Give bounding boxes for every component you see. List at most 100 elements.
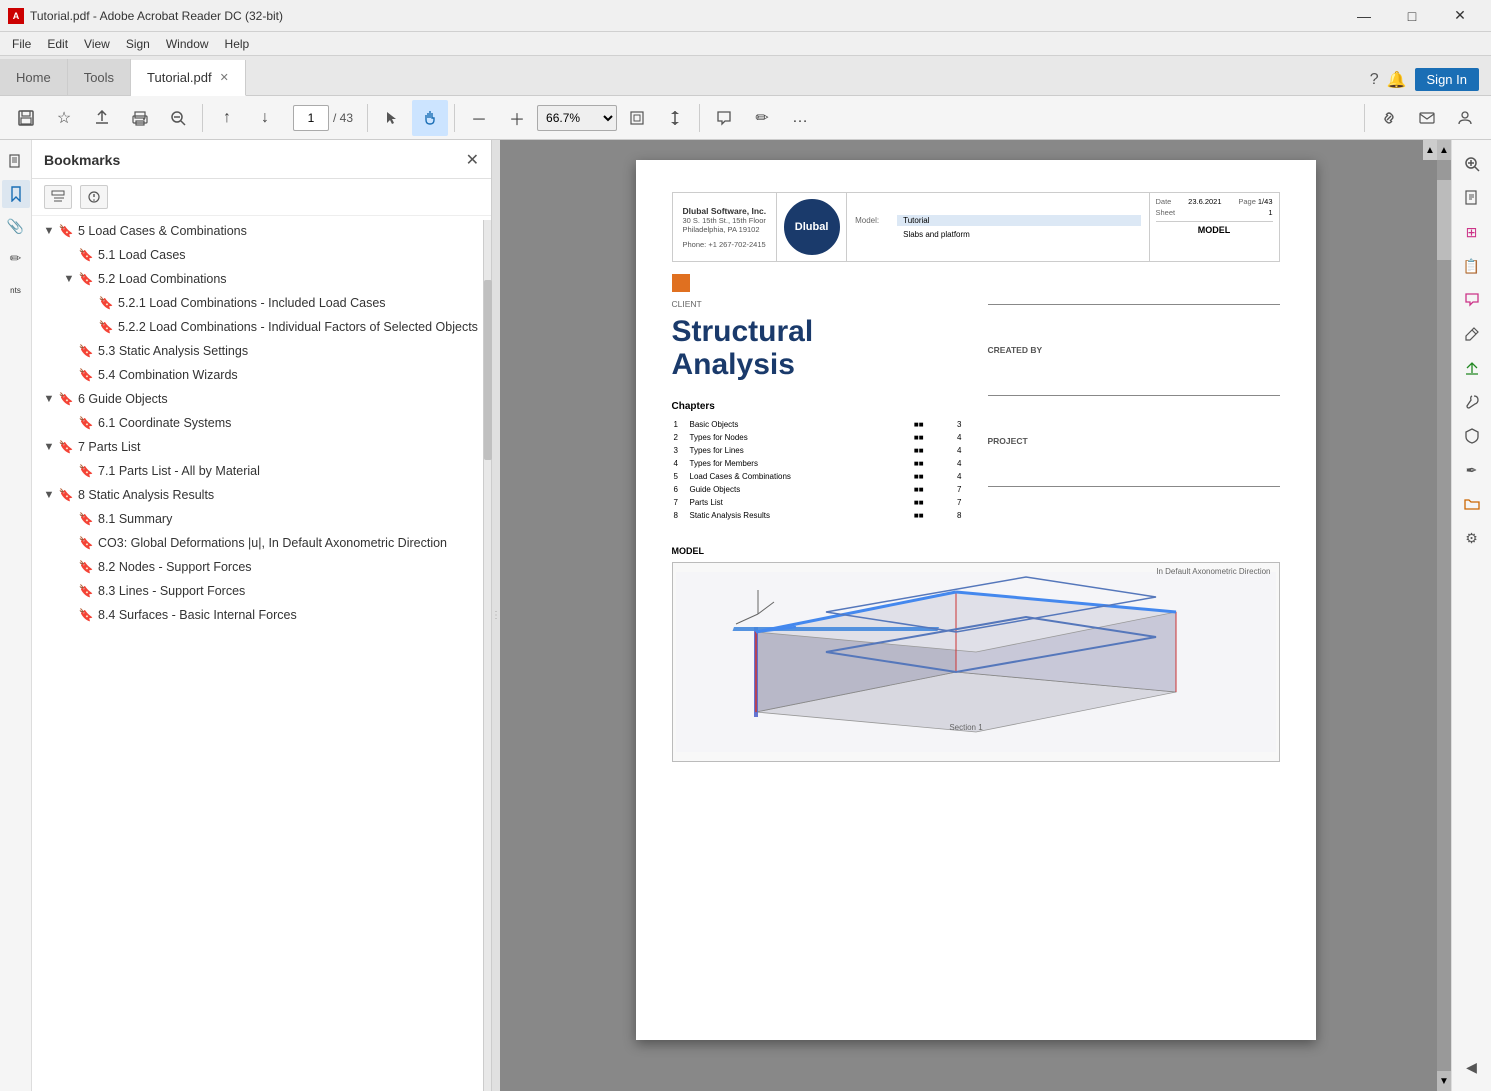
user-button[interactable] [1447,100,1483,136]
scroll-mode-button[interactable] [657,100,693,136]
panel-resize-handle[interactable]: ⋮ [492,140,500,1091]
sign-in-button[interactable]: Sign In [1415,68,1479,91]
close-button[interactable]: ✕ [1437,0,1483,32]
minimize-button[interactable]: — [1341,0,1387,32]
expand-icon-6[interactable]: ▼ [40,391,58,409]
zoom-out-search-button[interactable] [160,100,196,136]
bookmark-item-5[interactable]: ▼ 🔖 5 Load Cases & Combinations [32,220,491,244]
next-page-button[interactable]: ↓ [247,100,283,136]
bookmark-item-6[interactable]: ▼ 🔖 6 Guide Objects [32,388,491,412]
page-input[interactable] [293,105,329,131]
pen-button[interactable]: ✏ [744,100,780,136]
right-icon-comment[interactable] [1456,284,1488,316]
more-button[interactable]: … [782,100,818,136]
bookmark-item-8[interactable]: ▼ 🔖 8 Static Analysis Results [32,484,491,508]
bookmark-item-8-3[interactable]: ▶ 🔖 8.3 Lines - Support Forces [32,580,491,604]
fit-page-button[interactable] [619,100,655,136]
zoom-out-button[interactable]: － [461,100,497,136]
print-button[interactable] [122,100,158,136]
right-icon-pen[interactable]: ✒ [1456,454,1488,486]
expand-icon-7[interactable]: ▼ [40,439,58,457]
bookmarks-options-button[interactable] [80,185,108,209]
help-icon[interactable]: ? [1370,71,1379,89]
bookmark-item-5-2-2[interactable]: ▶ 🔖 5.2.2 Load Combinations - Individual… [32,316,491,340]
expand-icon-5[interactable]: ▼ [40,223,58,241]
left-icon-sign[interactable]: ✏ [2,244,30,272]
menu-help[interactable]: Help [217,35,258,53]
right-icon-folder[interactable] [1456,488,1488,520]
right-icon-wrench[interactable] [1456,386,1488,418]
scroll-down-pdf[interactable]: ▼ [1437,1071,1451,1091]
scroll-up-button[interactable]: ▲ [1423,140,1437,160]
toolbar-sep-1 [202,104,203,132]
zoom-in-button[interactable]: ＋ [499,100,535,136]
bookmark-item-8-2[interactable]: ▶ 🔖 8.2 Nodes - Support Forces [32,556,491,580]
pdf-scrollbar[interactable]: ▲ ▼ [1437,140,1451,1091]
tab-close-icon[interactable]: ✕ [220,71,229,84]
zoom-select[interactable]: 66.7% 50% 75% 100% 125% 150% [537,105,617,131]
right-icon-shield[interactable] [1456,420,1488,452]
left-icon-pages[interactable] [2,148,30,176]
right-icon-collapse[interactable]: ◀ [1456,1051,1488,1083]
left-icon-bookmarks[interactable] [2,180,30,208]
right-icon-settings[interactable]: ⚙ [1456,522,1488,554]
bookmark-item-6-1[interactable]: ▶ 🔖 6.1 Coordinate Systems [32,412,491,436]
bookmark-item-5-4[interactable]: ▶ 🔖 5.4 Combination Wizards [32,364,491,388]
save-button[interactable] [8,100,44,136]
expand-icon-5-2[interactable]: ▼ [60,271,78,289]
right-icon-zoom[interactable] [1456,148,1488,180]
bookmarks-scrollbar[interactable] [483,220,491,1091]
bookmark-button[interactable]: ☆ [46,100,82,136]
pdf-scrollbar-thumb [1437,180,1451,260]
menu-sign[interactable]: Sign [118,35,158,53]
bookmark-item-5-1[interactable]: ▶ 🔖 5.1 Load Cases [32,244,491,268]
bookmark-item-5-3[interactable]: ▶ 🔖 5.3 Static Analysis Settings [32,340,491,364]
toolbar-sep-4 [699,104,700,132]
bookmark-icon-7-1: 🔖 [78,463,94,479]
bookmark-icon-8-4: 🔖 [78,607,94,623]
cursor-tool-button[interactable] [374,100,410,136]
right-icon-edit[interactable] [1456,318,1488,350]
bookmark-item-5-2-1[interactable]: ▶ 🔖 5.2.1 Load Combinations - Included L… [32,292,491,316]
scroll-up-pdf[interactable]: ▲ [1437,140,1451,160]
expand-icon-8[interactable]: ▼ [40,487,58,505]
menu-view[interactable]: View [76,35,118,53]
bookmarks-panel: Bookmarks ✕ ▼ 🔖 5 Load Cases & Combinati… [32,140,492,1091]
left-icon-attachments[interactable]: 📎 [2,212,30,240]
bookmark-item-7[interactable]: ▼ 🔖 7 Parts List [32,436,491,460]
bookmarks-close-button[interactable]: ✕ [466,150,479,170]
bookmark-icon-co3: 🔖 [78,535,94,551]
comment-button[interactable] [706,100,742,136]
no-expand-8-2: ▶ [60,559,78,577]
page-val-pdf: 1/43 [1258,197,1273,206]
prev-page-button[interactable]: ↑ [209,100,245,136]
tab-tools[interactable]: Tools [68,59,131,95]
bookmark-icon-8-2: 🔖 [78,559,94,575]
mail-button[interactable] [1409,100,1445,136]
maximize-button[interactable]: □ [1389,0,1435,32]
menu-edit[interactable]: Edit [39,35,76,53]
upload-button[interactable] [84,100,120,136]
menu-file[interactable]: File [4,35,39,53]
tab-tutorial-pdf[interactable]: Tutorial.pdf ✕ [131,60,246,96]
notifications-icon[interactable]: 🔔 [1387,70,1407,90]
window-controls[interactable]: — □ ✕ [1341,0,1483,32]
bookmark-item-co3[interactable]: ▶ 🔖 CO3: Global Deformations |u|, In Def… [32,532,491,556]
bookmark-item-7-1[interactable]: ▶ 🔖 7.1 Parts List - All by Material [32,460,491,484]
right-icon-document[interactable] [1456,182,1488,214]
bookmarks-expand-all-button[interactable] [44,185,72,209]
subtitle-val: Slabs and platform [897,229,1140,240]
bookmark-item-5-2[interactable]: ▼ 🔖 5.2 Load Combinations [32,268,491,292]
hand-tool-button[interactable] [412,100,448,136]
bookmark-item-8-4[interactable]: ▶ 🔖 8.4 Surfaces - Basic Internal Forces [32,604,491,628]
left-icon-other[interactable]: nts [2,276,30,304]
tab-home[interactable]: Home [0,59,68,95]
pdf-area[interactable]: ▲ Dlubal Software, Inc. 30 S. 15th St., … [500,140,1451,1091]
right-icon-combine[interactable]: ⊞ [1456,216,1488,248]
right-icon-clipboard[interactable]: 📋 [1456,250,1488,282]
link-button[interactable] [1371,100,1407,136]
right-icon-export[interactable] [1456,352,1488,384]
bookmark-text-8-1: 8.1 Summary [98,511,172,529]
menu-window[interactable]: Window [158,35,217,53]
bookmark-item-8-1[interactable]: ▶ 🔖 8.1 Summary [32,508,491,532]
